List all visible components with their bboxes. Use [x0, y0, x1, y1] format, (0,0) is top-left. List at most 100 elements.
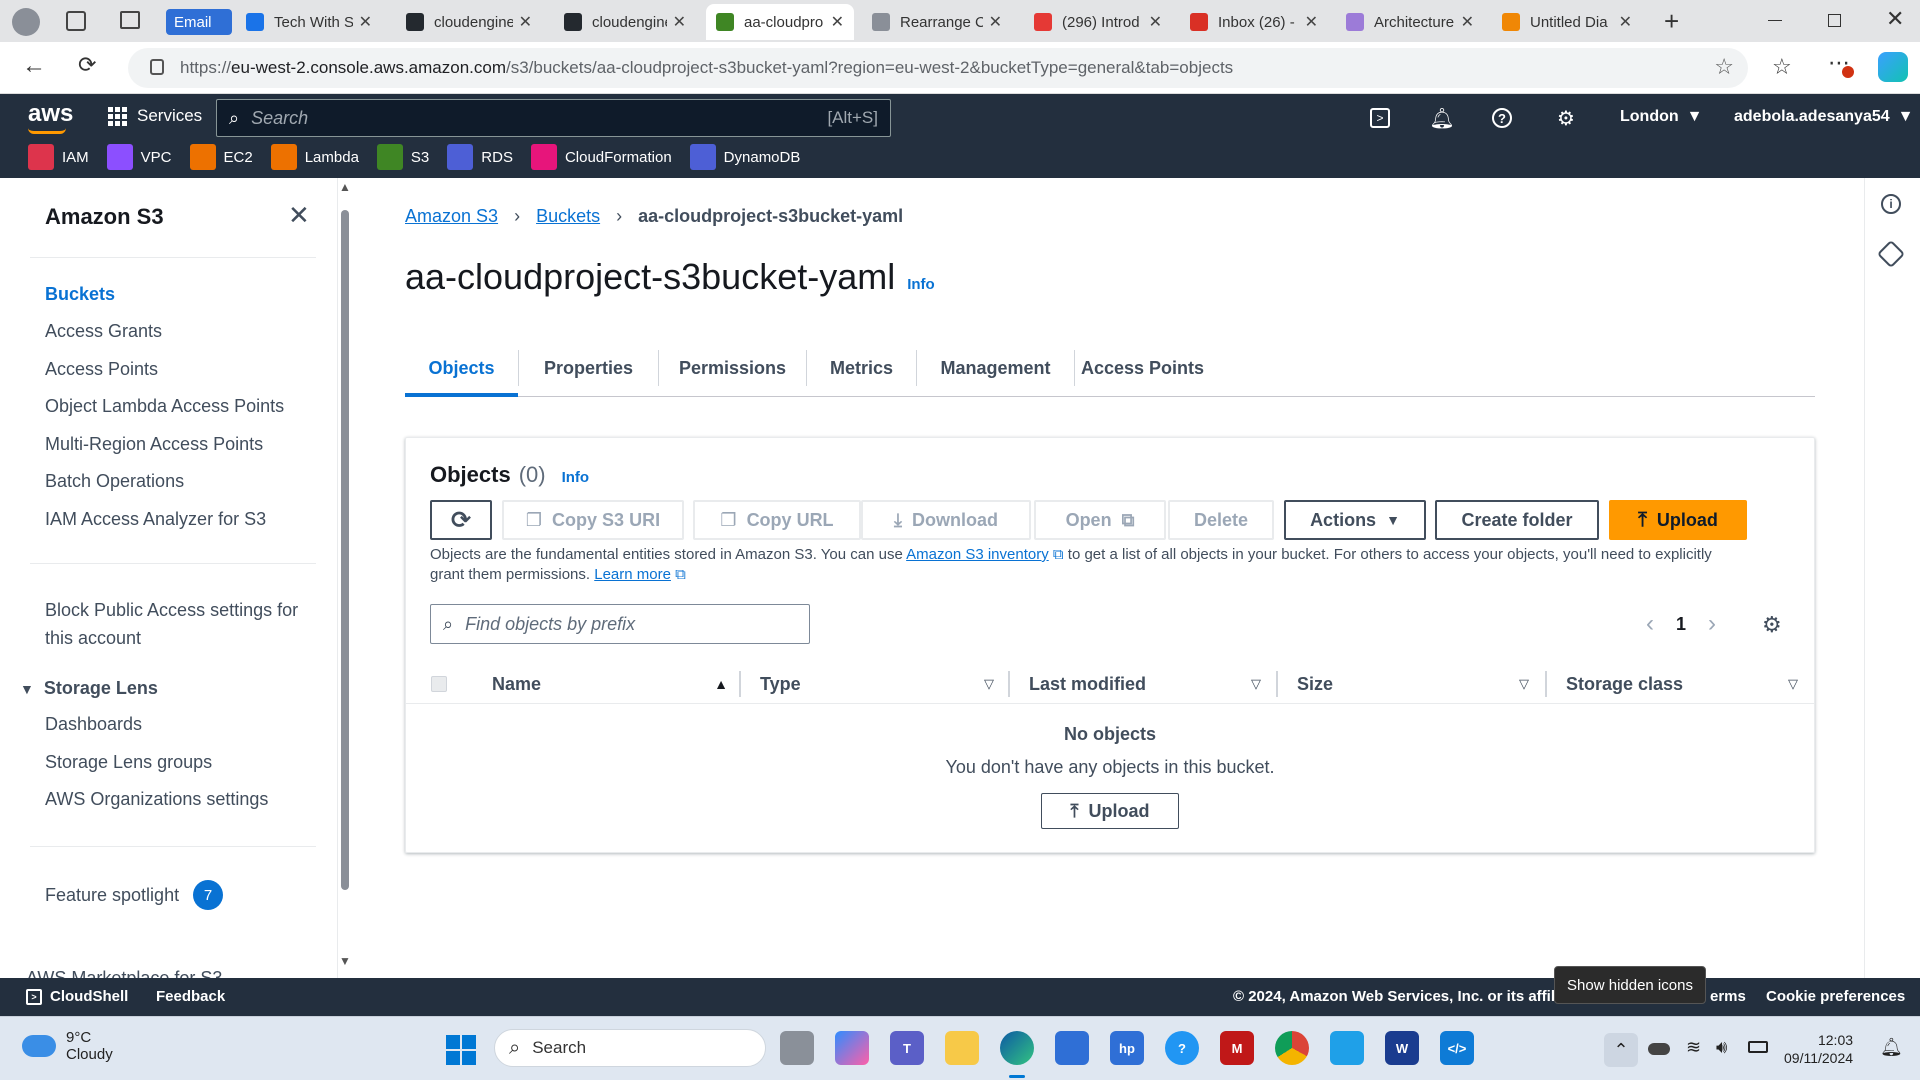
page-number[interactable]: 1 — [1676, 614, 1686, 635]
sidebar-item[interactable]: Object Lambda Access Points — [45, 396, 284, 417]
copilot-icon[interactable] — [1878, 52, 1908, 82]
sidebar-item[interactable]: Batch Operations — [45, 471, 184, 492]
account-menu[interactable]: adebola.adesanya54 ▼ — [1734, 108, 1913, 126]
close-tab-icon[interactable]: ✕ — [1305, 12, 1318, 32]
nav-scrollbar[interactable]: ▲ ▼ — [339, 180, 353, 968]
aws-logo[interactable]: aws — [28, 100, 73, 128]
tab-properties[interactable]: Properties — [518, 350, 658, 386]
onedrive-icon[interactable] — [1648, 1043, 1670, 1055]
upload-button[interactable]: ⤒ Upload — [1609, 500, 1747, 540]
weather-widget[interactable]: 9°C Cloudy — [22, 1029, 113, 1063]
url-field[interactable]: https://eu-west-2.console.aws.amazon.com… — [128, 48, 1748, 88]
tab-management[interactable]: Management — [916, 350, 1074, 386]
chevron-right-icon[interactable]: › — [1708, 610, 1716, 638]
s3-inventory-link[interactable]: Amazon S3 inventory — [906, 546, 1049, 563]
download-button[interactable]: ⤓ Download — [861, 500, 1031, 540]
prefix-search-input[interactable]: ⌕ Find objects by prefix — [430, 604, 810, 644]
favorite-service[interactable]: VPC — [106, 144, 172, 170]
wifi-icon[interactable]: ≋ — [1686, 1037, 1701, 1058]
edge-icon[interactable] — [1000, 1031, 1034, 1065]
cloudshell-link[interactable]: > CloudShell — [26, 988, 128, 1005]
favorites-icon[interactable]: ☆ — [1772, 54, 1792, 80]
chevron-up-icon[interactable]: ⌃ — [1604, 1033, 1638, 1067]
feedback-link[interactable]: Feedback — [156, 988, 225, 1005]
close-tab-icon[interactable]: ✕ — [1619, 12, 1632, 32]
scroll-down-icon[interactable]: ▼ — [339, 954, 351, 968]
preferences-gear-icon[interactable]: ⚙ — [1762, 612, 1782, 638]
teams-icon[interactable]: T — [890, 1031, 924, 1065]
task-view-icon[interactable] — [780, 1031, 814, 1065]
help-app-icon[interactable]: ? — [1165, 1031, 1199, 1065]
browser-tab[interactable]: aa-cloudpro ✕ — [706, 4, 854, 40]
close-tab-icon[interactable]: ✕ — [989, 12, 1002, 32]
restore-button[interactable] — [1828, 14, 1841, 27]
feature-spotlight[interactable]: Feature spotlight 7 — [45, 880, 224, 910]
cookie-preferences-link[interactable]: Cookie preferences — [1766, 988, 1905, 1005]
refresh-button[interactable]: ⟳ — [430, 500, 492, 540]
notepad-icon[interactable] — [1330, 1031, 1364, 1065]
sidebar-item-storage-lens[interactable]: Dashboards — [45, 714, 142, 735]
workspaces-icon[interactable] — [66, 11, 86, 31]
favorite-service[interactable]: RDS — [447, 144, 513, 170]
favorite-service[interactable]: S3 — [376, 144, 429, 170]
chevron-left-icon[interactable]: ‹ — [1646, 610, 1654, 638]
cloudshell-icon[interactable]: > — [1370, 108, 1390, 128]
battery-icon[interactable] — [1748, 1041, 1768, 1053]
mcafee-icon[interactable]: M — [1220, 1031, 1254, 1065]
favorite-service[interactable]: DynamoDB — [689, 144, 800, 170]
help-panel-icon[interactable] — [1876, 239, 1906, 269]
notification-bell-icon[interactable]: 🔔︎ — [1880, 1037, 1903, 1058]
favorite-service[interactable]: IAM — [28, 144, 89, 170]
browser-tab[interactable]: Rearrange C ✕ — [862, 4, 1012, 40]
sidebar-item[interactable]: Multi-Region Access Points — [45, 434, 263, 455]
tab-access-points[interactable]: Access Points — [1074, 350, 1210, 386]
info-link[interactable]: Info — [907, 276, 935, 293]
close-tab-icon[interactable]: ✕ — [831, 12, 844, 32]
favorite-service[interactable]: EC2 — [189, 144, 253, 170]
select-all-checkbox[interactable] — [431, 676, 447, 692]
tab-actions-icon[interactable] — [120, 11, 140, 29]
terms-link[interactable]: erms — [1710, 988, 1746, 1005]
breadcrumb-amazon-s3[interactable]: Amazon S3 — [405, 206, 498, 227]
profile-icon[interactable] — [12, 8, 40, 36]
column-size[interactable]: Size ▽ — [1297, 664, 1529, 704]
volume-icon[interactable]: 🔊︎ — [1716, 1037, 1727, 1058]
close-tab-icon[interactable]: ✕ — [359, 12, 372, 32]
store-icon[interactable] — [1055, 1031, 1089, 1065]
hp-app-icon[interactable]: hp — [1110, 1031, 1144, 1065]
browser-tab[interactable]: Email — [166, 9, 232, 35]
actions-dropdown[interactable]: Actions ▼ — [1284, 500, 1426, 540]
storage-lens-section[interactable]: ▼ Storage Lens — [20, 678, 158, 699]
create-folder-button[interactable]: Create folder — [1435, 500, 1599, 540]
settings-gear-icon[interactable]: ⚙ — [1554, 106, 1578, 130]
sidebar-item-storage-lens[interactable]: AWS Organizations settings — [45, 789, 268, 810]
vscode-icon[interactable]: </> — [1440, 1031, 1474, 1065]
copilot-app-icon[interactable] — [835, 1031, 869, 1065]
sidebar-item-marketplace[interactable]: AWS Marketplace for S3 — [26, 968, 222, 978]
notifications-icon[interactable]: 🔔︎ — [1429, 106, 1454, 130]
aws-search-input[interactable]: ⌕ Search [Alt+S] — [216, 99, 891, 137]
favorite-star-icon[interactable]: ☆ — [1714, 54, 1734, 80]
copy-url-button[interactable]: ❐ Copy URL — [693, 500, 861, 540]
chrome-icon[interactable] — [1275, 1031, 1309, 1065]
sidebar-item[interactable]: Access Points — [45, 359, 158, 380]
close-window-button[interactable]: ✕ — [1886, 6, 1904, 32]
new-tab-button[interactable]: + — [1664, 6, 1679, 37]
scroll-up-icon[interactable]: ▲ — [339, 180, 351, 194]
tab-permissions[interactable]: Permissions — [658, 350, 806, 386]
close-tab-icon[interactable]: ✕ — [519, 12, 532, 32]
sidebar-item-block-public-access[interactable]: Block Public Access settings for this ac… — [45, 596, 298, 652]
clock[interactable]: 12:03 09/11/2024 — [1784, 1031, 1853, 1067]
favorite-service[interactable]: CloudFormation — [530, 144, 672, 170]
browser-tab[interactable]: Inbox (26) - ✕ — [1180, 4, 1328, 40]
delete-button[interactable]: Delete — [1168, 500, 1274, 540]
close-tab-icon[interactable]: ✕ — [1461, 12, 1474, 32]
services-menu[interactable]: Services — [108, 106, 202, 126]
sidebar-item[interactable]: Buckets — [45, 284, 115, 305]
back-icon[interactable]: ← — [22, 52, 46, 80]
learn-more-link[interactable]: Learn more — [594, 566, 671, 583]
tab-metrics[interactable]: Metrics — [806, 350, 916, 386]
help-icon[interactable]: ? — [1492, 108, 1512, 128]
browser-tab[interactable]: cloudengine ✕ — [554, 4, 696, 40]
column-storage-class[interactable]: Storage class ▽ — [1566, 664, 1798, 704]
